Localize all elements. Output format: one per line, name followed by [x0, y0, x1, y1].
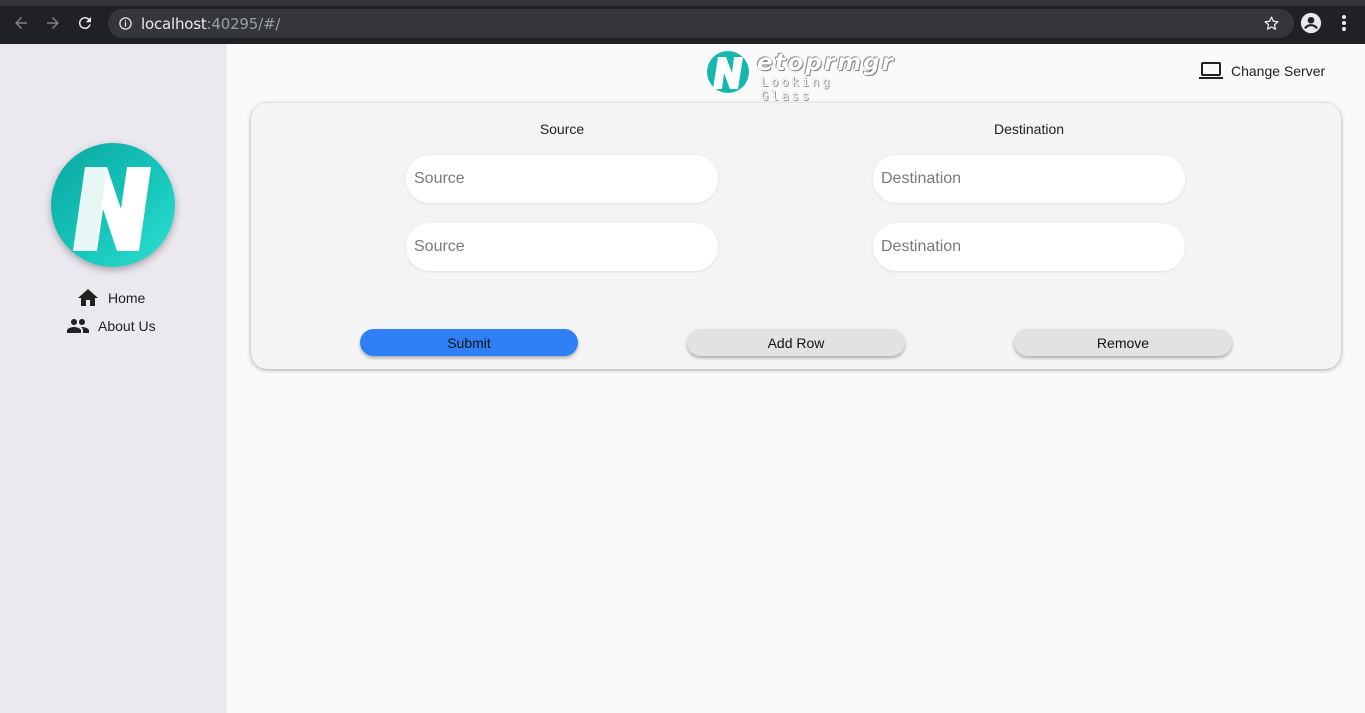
sidebar-item-about-us[interactable]: About Us	[66, 314, 156, 338]
sidebar-item-home[interactable]: Home	[76, 286, 145, 310]
forward-arrow-icon	[47, 17, 59, 29]
url-path: :40295/#/	[206, 15, 281, 33]
back-arrow-icon	[15, 17, 27, 29]
kebab-menu-icon[interactable]	[1334, 12, 1354, 34]
query-form-card: Source Destination Submit Add Row Remove	[251, 103, 1341, 369]
brand-subtitle: Looking Glass	[761, 75, 833, 103]
source-column-header: Source	[539, 121, 585, 137]
profile-icon[interactable]	[1300, 12, 1322, 34]
submit-button[interactable]: Submit	[360, 329, 578, 356]
back-button[interactable]	[10, 12, 32, 34]
remove-button[interactable]: Remove	[1014, 329, 1232, 356]
destination-input[interactable]	[873, 223, 1185, 271]
source-input[interactable]	[406, 155, 718, 203]
destination-column-header: Destination	[993, 121, 1065, 137]
reload-icon	[78, 17, 91, 30]
brand-title: etoprmgr	[757, 50, 895, 76]
url-host: localhost	[141, 15, 207, 33]
tab-strip	[0, 0, 1365, 6]
app-logo	[51, 143, 175, 267]
info-icon	[119, 17, 132, 30]
forward-button[interactable]	[42, 12, 64, 34]
brand-logo: etoprmgr Looking Glass	[705, 49, 893, 103]
laptop-icon	[1199, 62, 1223, 79]
n-logo-icon	[73, 167, 151, 251]
source-input[interactable]	[406, 223, 718, 271]
brand-n-icon	[707, 51, 749, 93]
sidebar: Home About Us	[0, 44, 227, 713]
change-server-label: Change Server	[1231, 63, 1326, 79]
people-icon	[67, 319, 89, 333]
bookmark-star-icon[interactable]	[1263, 15, 1280, 32]
add-row-button[interactable]: Add Row	[687, 329, 905, 356]
browser-toolbar: localhost:40295/#/	[0, 0, 1365, 44]
sidebar-item-label: Home	[108, 290, 146, 306]
change-server-button[interactable]: Change Server	[1199, 60, 1325, 82]
destination-input[interactable]	[873, 155, 1185, 203]
url-text: localhost:40295/#/	[141, 15, 280, 33]
home-icon	[78, 289, 98, 306]
reload-button[interactable]	[74, 12, 96, 34]
address-bar[interactable]: localhost:40295/#/	[108, 9, 1294, 38]
sidebar-item-label: About Us	[98, 318, 156, 334]
